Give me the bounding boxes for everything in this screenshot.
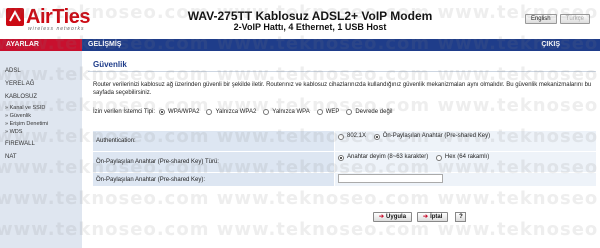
key-cell <box>335 173 596 186</box>
section-title: Güvenlik <box>93 60 127 69</box>
sidebar-item-security[interactable]: » Güvenlik <box>0 112 82 120</box>
turkish-button[interactable]: Türkçe <box>559 14 590 24</box>
key-type-options: Anahtar deyim (8~63 karakter) Hex (64 ra… <box>335 152 596 172</box>
radio-icon[interactable] <box>435 155 442 161</box>
auth-row: Authentication: 802.1X Ön-Paylaşılan Ana… <box>93 131 596 151</box>
key-type-passphrase[interactable]: Anahtar deyim (8~63 karakter) <box>338 154 428 161</box>
client-type-group: İzin verilen İstemci Tipi: WPA/WPA2 Yaln… <box>93 109 399 115</box>
radio-icon[interactable] <box>206 109 213 115</box>
radio-selected-icon[interactable] <box>159 109 166 115</box>
auth-psk[interactable]: Ön-Paylaşılan Anahtar (Pre-shared Key) <box>373 133 504 140</box>
english-button[interactable]: English <box>524 14 557 24</box>
key-label: Ön-Paylaşılan Anahtar (Pre-shared Key): <box>93 173 334 186</box>
nav-logout[interactable]: ÇIKIŞ <box>541 39 560 51</box>
sidebar-item-adsl[interactable]: ADSL <box>0 65 82 78</box>
nav-bar: AYARLAR GELİŞMİŞ ÇIKIŞ <box>0 39 600 51</box>
sidebar-item-wireless[interactable]: KABLOSUZ <box>0 91 82 104</box>
cancel-button[interactable]: ➔ İptal <box>417 212 449 222</box>
page-subtitle: 2-VoIP Hattı, 4 Ethernet, 1 USB Host <box>233 22 387 32</box>
radio-icon[interactable] <box>263 109 270 115</box>
page-title: WAV-275TT Kablosuz ADSL2+ VoIP Modem <box>187 9 433 23</box>
sidebar-item-access-control[interactable]: » Erişim Denetimi <box>0 120 82 128</box>
key-type-label: Ön-Paylaşılan Anahtar (Pre-shared Key) T… <box>93 152 334 172</box>
nav-settings[interactable]: AYARLAR <box>0 39 82 51</box>
sidebar-item-firewall[interactable]: FIREWALL <box>0 138 82 151</box>
sidebar: ADSL YEREL AĞ KABLOSUZ » Kanal ve SSID »… <box>0 51 82 248</box>
sidebar-item-nat[interactable]: NAT <box>0 151 82 164</box>
key-type-hex[interactable]: Hex (64 rakamlı) <box>435 154 506 161</box>
language-switcher: English Türkçe <box>524 14 590 24</box>
arrow-right-icon: ➔ <box>423 213 429 220</box>
sidebar-item-wds[interactable]: » WDS <box>0 128 82 136</box>
help-button[interactable]: ? <box>455 212 467 222</box>
main-content: Güvenlik Router verilerinizi kablosuz ağ… <box>88 51 600 248</box>
sidebar-item-channel-ssid[interactable]: » Kanal ve SSID <box>0 104 82 112</box>
radio-icon[interactable] <box>346 109 353 115</box>
arrow-right-icon: ➔ <box>379 213 385 220</box>
auth-label: Authentication: <box>93 131 334 151</box>
radio-icon[interactable] <box>338 134 344 140</box>
auth-options: 802.1X Ön-Paylaşılan Anahtar (Pre-shared… <box>335 131 596 151</box>
auth-8021x[interactable]: 802.1X <box>338 133 366 140</box>
client-type-wpa2-only[interactable]: Yalnızca WPA2 <box>206 109 256 115</box>
radio-selected-icon[interactable] <box>338 155 344 161</box>
apply-button[interactable]: ➔ Uygula <box>373 212 413 222</box>
action-buttons: ➔ Uygula ➔ İptal ? <box>373 212 467 222</box>
radio-icon[interactable] <box>316 109 323 115</box>
key-type-row: Ön-Paylaşılan Anahtar (Pre-shared Key) T… <box>93 152 596 172</box>
section-description: Router verilerinizi kablosuz ağ üzerinde… <box>93 82 592 96</box>
client-type-label: İzin verilen İstemci Tipi: <box>93 109 156 115</box>
security-form: Authentication: 802.1X Ön-Paylaşılan Ana… <box>93 131 596 187</box>
nav-advanced[interactable]: GELİŞMİŞ <box>88 39 121 51</box>
psk-input[interactable] <box>338 174 443 183</box>
sidebar-item-lan[interactable]: YEREL AĞ <box>0 78 82 91</box>
client-type-wpa-wpa2[interactable]: WPA/WPA2 <box>159 109 199 115</box>
section-divider <box>88 71 596 72</box>
header: AirTies wireless networks WAV-275TT Kabl… <box>0 0 600 36</box>
client-type-wep[interactable]: WEP <box>316 109 339 115</box>
client-type-disabled[interactable]: Devrede değil <box>346 109 392 115</box>
key-row: Ön-Paylaşılan Anahtar (Pre-shared Key): <box>93 173 596 186</box>
client-type-wpa-only[interactable]: Yalnızca WPA <box>263 109 310 115</box>
radio-selected-icon[interactable] <box>373 134 380 140</box>
